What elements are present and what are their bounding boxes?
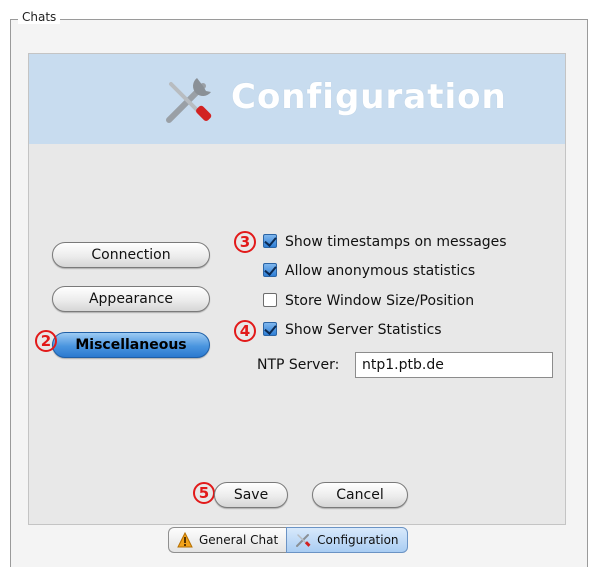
- step-marker-4: 4: [234, 320, 256, 342]
- banner: Configuration: [29, 54, 565, 144]
- tab-configuration-label: Configuration: [317, 533, 399, 547]
- store-window-checkbox[interactable]: [263, 293, 277, 307]
- anonymous-stats-checkbox[interactable]: [263, 263, 277, 277]
- connection-button[interactable]: Connection: [52, 242, 210, 268]
- tab-general-chat[interactable]: General Chat: [168, 527, 287, 553]
- anonymous-stats-label: Allow anonymous statistics: [285, 263, 476, 279]
- server-stats-checkbox[interactable]: [263, 322, 277, 336]
- step-marker-3: 3: [234, 231, 256, 253]
- appearance-button[interactable]: Appearance: [52, 286, 210, 312]
- page-title: Configuration: [231, 77, 507, 117]
- server-stats-label: Show Server Statistics: [285, 322, 442, 338]
- warning-icon: [177, 531, 193, 548]
- group-label: Chats: [18, 10, 61, 24]
- wrench-screwdriver-icon: [159, 72, 217, 130]
- tools-icon: [295, 532, 311, 548]
- step-marker-5: 5: [193, 482, 215, 504]
- ntp-server-input[interactable]: ntp1.ptb.de: [355, 352, 553, 378]
- ntp-server-label: NTP Server:: [257, 357, 340, 373]
- cancel-button[interactable]: Cancel: [312, 482, 408, 508]
- timestamps-checkbox[interactable]: [263, 234, 277, 248]
- save-button[interactable]: Save: [214, 482, 288, 508]
- tab-general-chat-label: General Chat: [199, 533, 279, 547]
- tab-bar: General Chat Configuration: [168, 527, 408, 553]
- miscellaneous-button[interactable]: Miscellaneous: [52, 332, 210, 358]
- cropped-header-text: [90, 0, 420, 5]
- timestamps-label: Show timestamps on messages: [285, 234, 507, 250]
- store-window-label: Store Window Size/Position: [285, 293, 475, 309]
- step-marker-2: 2: [35, 330, 57, 352]
- tab-configuration[interactable]: Configuration: [286, 527, 408, 553]
